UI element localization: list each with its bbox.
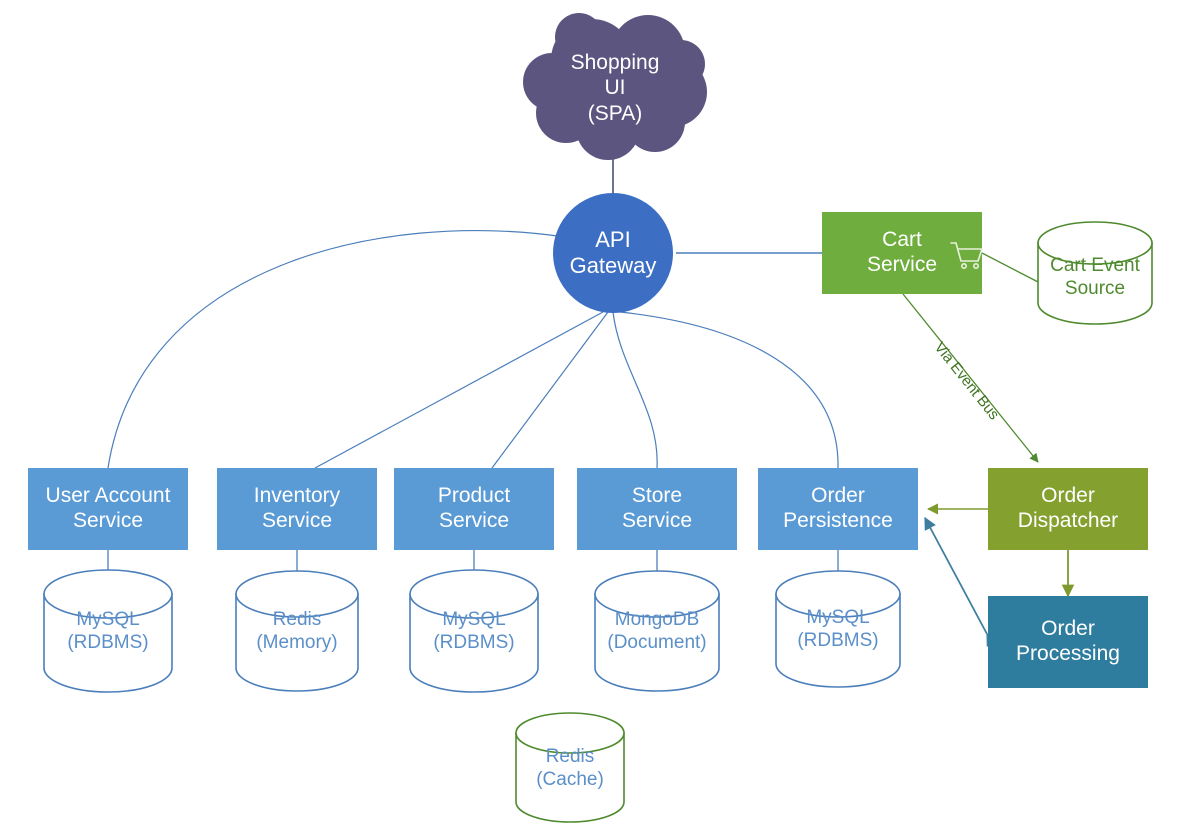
mongodb-store-cylinder[interactable] (594, 570, 720, 692)
sidebar-item-order-persistence[interactable]: Order Persistence (758, 468, 918, 550)
mysql-order-label: MySQL (RDBMS) (797, 607, 879, 651)
mysql-product-label: MySQL (RDBMS) (433, 609, 515, 653)
cart-event-source-cylinder[interactable] (1037, 221, 1153, 325)
edge-gateway-to-product (491, 311, 609, 469)
edge-gateway-to-user-account (107, 230, 566, 469)
edge-label-via-event-bus: Via Event Bus (930, 339, 1003, 424)
edge-gateway-to-order-persistence (619, 311, 839, 469)
mysql-product-cylinder[interactable] (409, 569, 539, 693)
sidebar-item-user-account-service[interactable]: User Account Service (28, 468, 188, 550)
sidebar-item-inventory-service[interactable]: Inventory Service (217, 468, 377, 550)
edge-gateway-to-inventory (314, 311, 604, 469)
architecture-diagram: Shopping UI (SPA) API Gateway Cart Servi… (0, 0, 1179, 840)
edge-processing-to-order-persistence (924, 516, 998, 647)
redis-inventory-cylinder[interactable] (235, 570, 359, 692)
api-gateway-label: API Gateway (569, 227, 657, 278)
cart-event-source-label: Cart Event Source (1050, 255, 1140, 299)
sidebar-item-product-service[interactable]: Product Service (394, 468, 554, 550)
mysql-user-cylinder[interactable] (43, 569, 173, 693)
order-dispatcher-label[interactable]: Order Dispatcher (988, 468, 1148, 550)
mongodb-store-label: MongoDB (Document) (607, 609, 707, 653)
order-processing-label[interactable]: Order Processing (988, 596, 1148, 688)
mysql-order-cylinder[interactable] (775, 570, 901, 688)
redis-cache-cylinder[interactable] (515, 712, 625, 823)
redis-cache-label: Redis (Cache) (536, 746, 604, 790)
shopping-ui-label: Shopping UI (SPA) (570, 51, 660, 125)
edge-cart-to-event-source (981, 252, 1041, 284)
cart-service-label[interactable]: Cart Service (822, 212, 982, 294)
redis-inventory-label: Redis (Memory) (256, 609, 338, 653)
sidebar-item-store-service[interactable]: Store Service (577, 468, 737, 550)
mysql-user-label: MySQL (RDBMS) (67, 609, 149, 653)
edge-gateway-to-store (612, 311, 658, 469)
